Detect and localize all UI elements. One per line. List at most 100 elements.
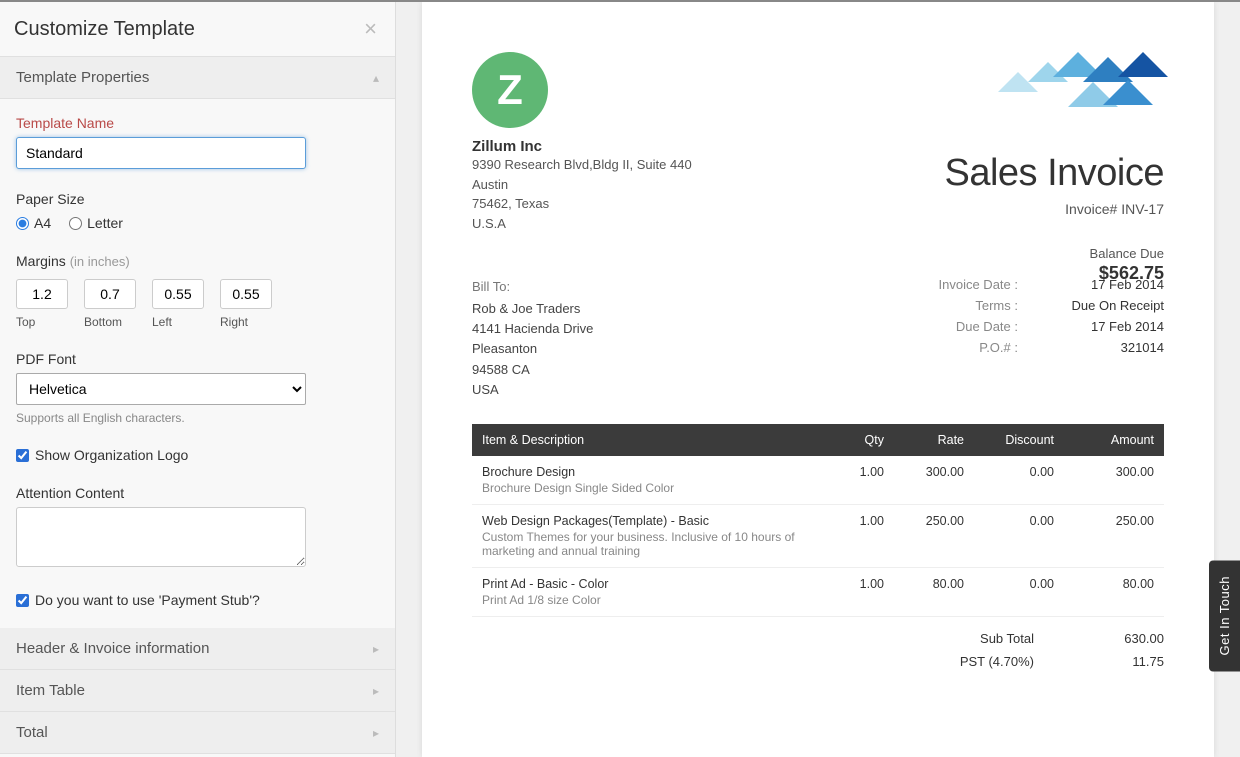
item-qty: 1.00	[834, 567, 894, 616]
paper-letter-label: Letter	[87, 215, 123, 231]
payment-stub-checkbox[interactable]: Do you want to use 'Payment Stub'?	[16, 592, 379, 608]
bill-to-zip: 94588 CA	[472, 360, 593, 380]
item-qty: 1.00	[834, 456, 894, 505]
chevron-right-icon: ▸	[373, 642, 379, 656]
invoice-preview: Z Zillum Inc 9390 Research Blvd,Bldg II,…	[396, 2, 1240, 757]
invoice-title: Sales Invoice	[944, 152, 1164, 195]
margin-left-input[interactable]	[152, 279, 204, 309]
invoice-number: Invoice# INV-17	[944, 201, 1164, 217]
chevron-right-icon: ▸	[373, 726, 379, 740]
col-qty: Qty	[834, 424, 894, 456]
section-template-properties[interactable]: Template Properties ▴	[0, 57, 395, 99]
item-name: Print Ad - Basic - Color	[482, 577, 824, 591]
payment-stub-label: Do you want to use 'Payment Stub'?	[35, 592, 260, 608]
section-label: Total	[16, 724, 48, 741]
section-total[interactable]: Total ▸	[0, 712, 395, 754]
item-discount: 0.00	[974, 504, 1064, 567]
bill-to-label: Bill To:	[472, 277, 593, 297]
pdf-font-label: PDF Font	[16, 351, 379, 367]
terms-value: Due On Receipt	[1064, 298, 1164, 313]
margin-right-input[interactable]	[220, 279, 272, 309]
margin-top-input[interactable]	[16, 279, 68, 309]
invoice-meta: Invoice Date : 17 Feb 2014 Terms : Due On …	[908, 277, 1164, 400]
table-row: Print Ad - Basic - Color Print Ad 1/8 siz…	[472, 567, 1164, 616]
balance-due-amount: $562.75	[1090, 263, 1164, 284]
show-logo-label: Show Organization Logo	[35, 447, 188, 463]
sidebar-header: Customize Template ×	[0, 2, 395, 57]
table-row: Brochure Design Brochure Design Single Si…	[472, 456, 1164, 505]
template-name-label: Template Name	[16, 115, 379, 131]
item-desc: Brochure Design Single Sided Color	[482, 481, 822, 495]
bill-to-country: USA	[472, 380, 593, 400]
paper-a4-label: A4	[34, 215, 51, 231]
margin-left-label: Left	[152, 315, 172, 329]
col-amount: Amount	[1064, 424, 1164, 456]
margin-bottom-input[interactable]	[84, 279, 136, 309]
paper-a4-radio[interactable]: A4	[16, 215, 51, 231]
item-desc: Print Ad 1/8 size Color	[482, 593, 822, 607]
invoice-date-label: Invoice Date :	[908, 277, 1018, 292]
bill-to-name: Rob & Joe Traders	[472, 299, 593, 319]
template-properties-body: Template Name Paper Size A4 Letter	[0, 99, 395, 628]
margins-label: Margins (in inches)	[16, 253, 379, 269]
tax-value: 11.75	[1094, 654, 1164, 669]
section-label: Item Table	[16, 682, 85, 699]
bill-to-addr1: 4141 Hacienda Drive	[472, 319, 593, 339]
customize-sidebar: Customize Template × Template Properties…	[0, 2, 396, 757]
balance-due-label: Balance Due	[1090, 246, 1164, 261]
section-header-invoice[interactable]: Header & Invoice information ▸	[0, 628, 395, 670]
section-label: Template Properties	[16, 69, 149, 86]
totals-block: Sub Total 630.00 PST (4.70%) 11.75	[472, 631, 1164, 669]
item-qty: 1.00	[834, 504, 894, 567]
item-amount: 300.00	[1064, 456, 1164, 505]
subtotal-label: Sub Total	[914, 631, 1034, 646]
item-amount: 80.00	[1064, 567, 1164, 616]
item-discount: 0.00	[974, 567, 1064, 616]
show-logo-checkbox[interactable]: Show Organization Logo	[16, 447, 379, 463]
chevron-up-icon: ▴	[373, 71, 379, 85]
due-date-label: Due Date :	[908, 319, 1018, 334]
section-label: Header & Invoice information	[16, 640, 209, 657]
margins-label-text: Margins	[16, 253, 66, 269]
margin-right-label: Right	[220, 315, 248, 329]
attention-textarea[interactable]	[16, 507, 306, 567]
paper-letter-radio[interactable]: Letter	[69, 215, 123, 231]
paper-letter-input[interactable]	[69, 217, 82, 230]
attention-label: Attention Content	[16, 485, 379, 501]
item-desc: Custom Themes for your business. Inclusi…	[482, 530, 822, 558]
item-rate: 300.00	[894, 456, 974, 505]
payment-stub-input[interactable]	[16, 594, 29, 607]
show-logo-input[interactable]	[16, 449, 29, 462]
template-name-input[interactable]	[16, 137, 306, 169]
po-label: P.O.# :	[908, 340, 1018, 355]
subtotal-value: 630.00	[1094, 631, 1164, 646]
get-in-touch-tab[interactable]: Get In Touch	[1209, 560, 1240, 671]
po-value: 321014	[1064, 340, 1164, 355]
pdf-font-help: Supports all English characters.	[16, 411, 379, 425]
item-name: Web Design Packages(Template) - Basic	[482, 514, 824, 528]
col-discount: Discount	[974, 424, 1064, 456]
close-icon[interactable]: ×	[364, 16, 377, 42]
item-rate: 250.00	[894, 504, 974, 567]
paper-a4-input[interactable]	[16, 217, 29, 230]
due-date-value: 17 Feb 2014	[1064, 319, 1164, 334]
item-discount: 0.00	[974, 456, 1064, 505]
bill-to-city: Pleasanton	[472, 339, 593, 359]
section-item-table[interactable]: Item Table ▸	[0, 670, 395, 712]
chevron-right-icon: ▸	[373, 684, 379, 698]
col-desc: Item & Description	[472, 424, 834, 456]
company-logo: Z	[472, 52, 548, 128]
paper-size-label: Paper Size	[16, 191, 379, 207]
decorative-triangles	[948, 52, 1168, 132]
item-name: Brochure Design	[482, 465, 824, 479]
col-rate: Rate	[894, 424, 974, 456]
margin-top-label: Top	[16, 315, 35, 329]
margins-hint: (in inches)	[70, 254, 130, 269]
tax-label: PST (4.70%)	[914, 654, 1034, 669]
item-amount: 250.00	[1064, 504, 1164, 567]
terms-label: Terms :	[908, 298, 1018, 313]
invoice-page: Z Zillum Inc 9390 Research Blvd,Bldg II,…	[422, 2, 1214, 757]
item-rate: 80.00	[894, 567, 974, 616]
margin-bottom-label: Bottom	[84, 315, 122, 329]
pdf-font-select[interactable]: Helvetica	[16, 373, 306, 405]
